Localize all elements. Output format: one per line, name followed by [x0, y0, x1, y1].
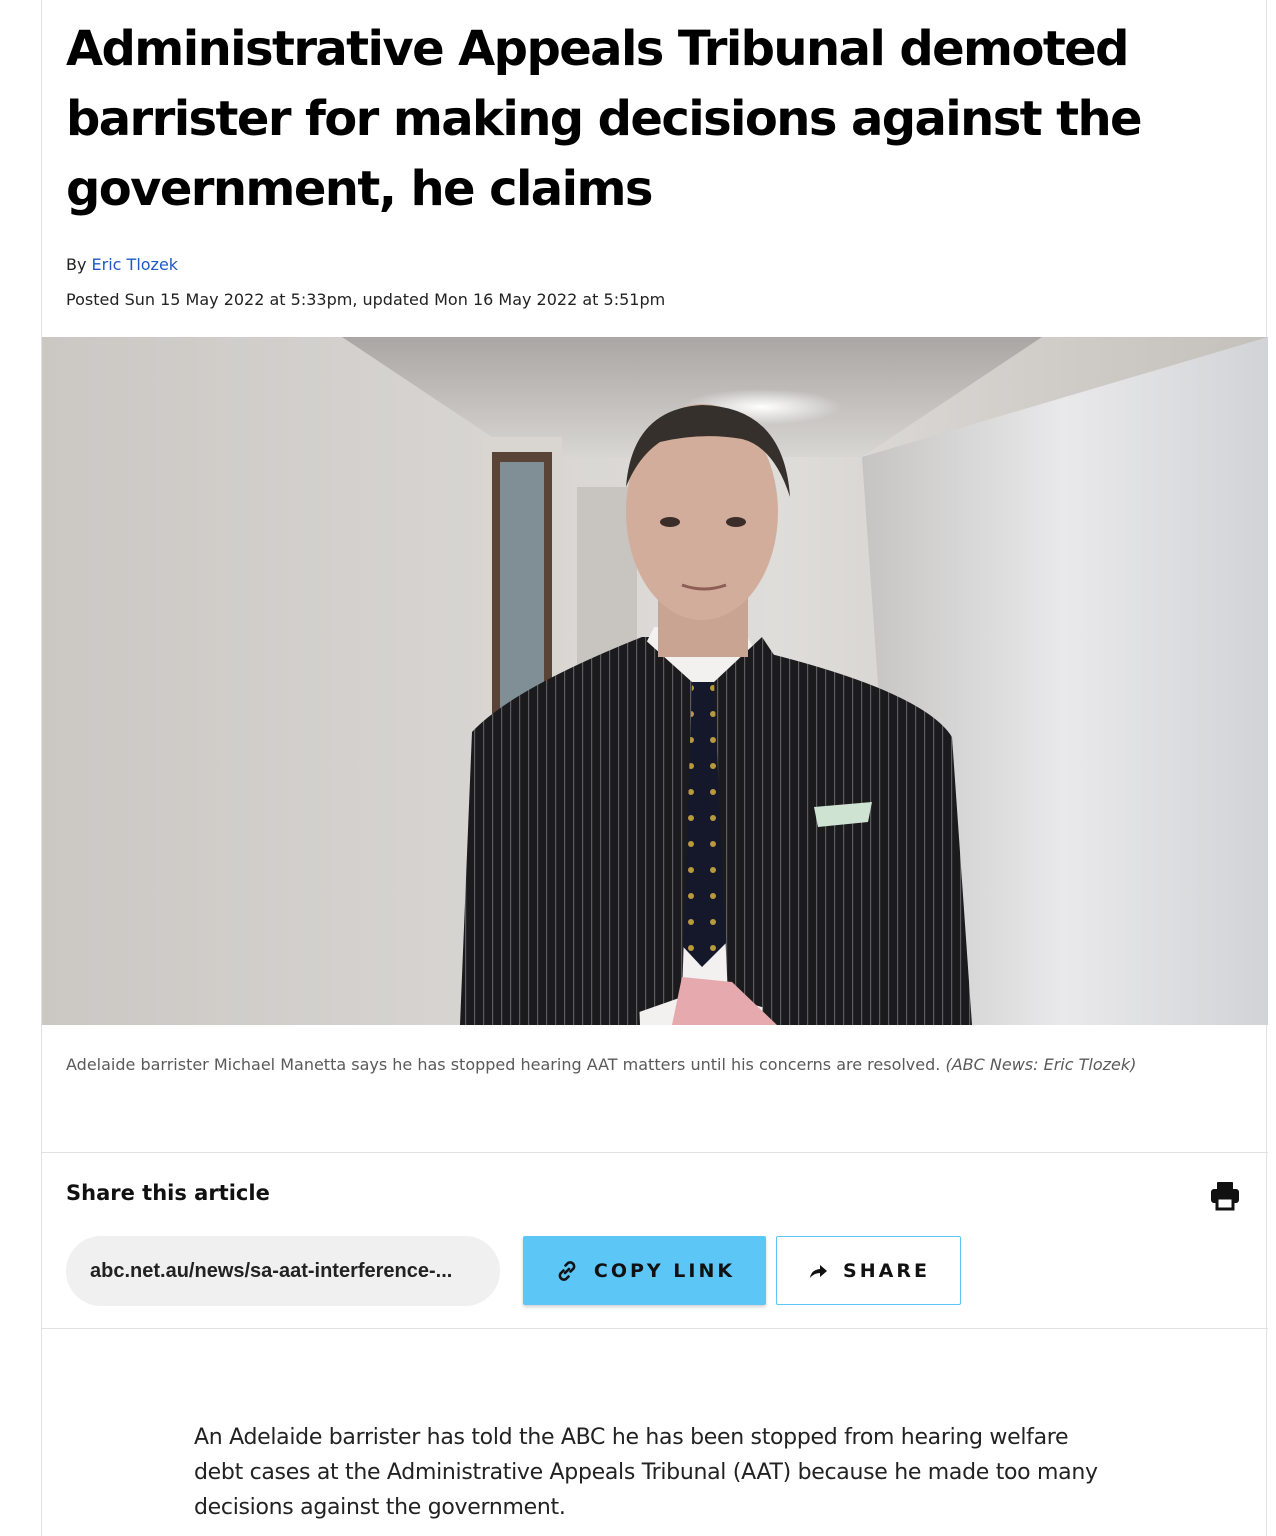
- dateline: Posted Sun 15 May 2022 at 5:33pm, update…: [66, 290, 666, 309]
- share-button[interactable]: SHARE: [776, 1236, 961, 1305]
- copy-link-label: COPY LINK: [593, 1259, 736, 1282]
- share-bottom-divider: [42, 1328, 1268, 1329]
- link-icon: [558, 1260, 576, 1281]
- byline-prefix: By: [66, 255, 92, 274]
- print-button[interactable]: [1208, 1178, 1242, 1212]
- byline: By Eric Tlozek: [66, 254, 1266, 276]
- print-icon: [1211, 1182, 1239, 1211]
- share-url-field[interactable]: abc.net.au/news/sa-aat-interference-...: [66, 1236, 500, 1306]
- hero-image: [42, 337, 1268, 1025]
- author-link[interactable]: Eric Tlozek: [92, 255, 179, 274]
- article-page: Administrative Appeals Tribunal demoted …: [41, 0, 1268, 1536]
- share-arrow-icon: [810, 1264, 828, 1278]
- image-caption: Adelaide barrister Michael Manetta says …: [66, 1047, 1226, 1082]
- caption-text: Adelaide barrister Michael Manetta says …: [66, 1055, 946, 1074]
- headline: Administrative Appeals Tribunal demoted …: [66, 21, 1143, 217]
- caption-credit: (ABC News: Eric Tlozek): [945, 1055, 1137, 1074]
- hero-photo: [42, 337, 1268, 1025]
- share-top-divider: [42, 1152, 1268, 1153]
- share-title: Share this article: [66, 1181, 270, 1205]
- copy-link-button[interactable]: COPY LINK: [523, 1236, 766, 1305]
- article-header: Administrative Appeals Tribunal demoted …: [42, 0, 1266, 311]
- share-label: SHARE: [843, 1259, 930, 1282]
- article-body-paragraph: An Adelaide barrister has told the ABC h…: [194, 1425, 1098, 1520]
